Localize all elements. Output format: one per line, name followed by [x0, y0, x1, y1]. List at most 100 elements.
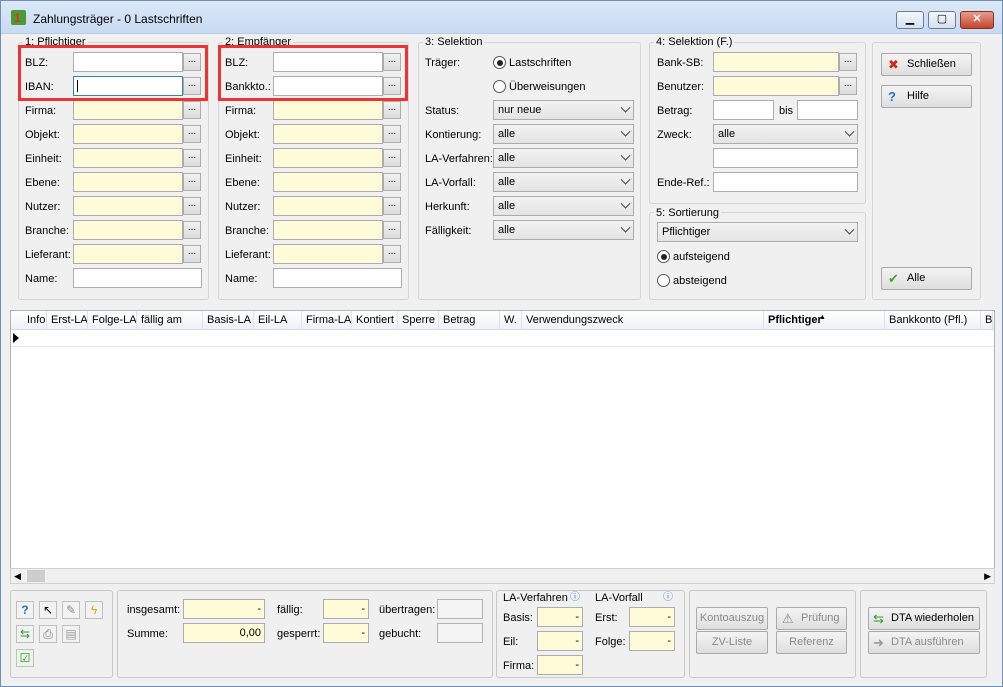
column-header[interactable]: W. [500, 311, 522, 330]
empfaenger-firma-input[interactable] [273, 100, 383, 120]
radio-lastschriften[interactable] [493, 56, 506, 69]
selektion-row-select[interactable]: alle [493, 148, 634, 168]
kontoauszug-button[interactable]: Kontoauszug [696, 607, 768, 630]
column-header[interactable]: BL [981, 311, 993, 330]
pflichtiger-ebene-input[interactable] [73, 172, 183, 192]
column-header[interactable]: Firma-LA [302, 311, 352, 330]
empfaenger-objekt-browse-button[interactable]: ... [383, 125, 401, 143]
sortierung-select[interactable]: Pflichtiger [657, 222, 858, 242]
alle-button[interactable]: ✔ Alle [881, 267, 972, 290]
empfaenger-einheit-browse-button[interactable]: ... [383, 149, 401, 167]
column-header[interactable]: Erst-LA [47, 311, 88, 330]
column-header[interactable]: Sperre [398, 311, 439, 330]
pflichtiger-name-input[interactable] [73, 268, 202, 288]
column-header[interactable]: fällig am [137, 311, 203, 330]
horizontal-scrollbar[interactable]: ◀ ▶ [10, 568, 995, 584]
pflichtiger-iban-browse-button[interactable]: ... [183, 77, 201, 95]
pruefung-button[interactable]: ⚠ Prüfung [776, 607, 847, 630]
pflichtiger-blz-browse-button[interactable]: ... [183, 53, 201, 71]
empfaenger-name-input[interactable] [273, 268, 402, 288]
pflichtiger-lieferant-browse-button[interactable]: ... [183, 245, 201, 263]
pflichtiger-branche-browse-button[interactable]: ... [183, 221, 201, 239]
empfaenger-nutzer-browse-button[interactable]: ... [383, 197, 401, 215]
empfaenger-iban-input[interactable] [273, 76, 383, 96]
lastschriften-grid[interactable]: Info Erst-LA Folge-LA fällig am Basis-LA Eil-… [10, 310, 995, 583]
column-header[interactable]: Basis-LA [203, 311, 254, 330]
column-header[interactable]: Pflichtiger ▲ [764, 311, 885, 330]
column-header[interactable]: Betrag [439, 311, 500, 330]
close-window-button[interactable]: ✕ [960, 11, 994, 29]
radio-absteigend[interactable] [657, 274, 670, 287]
column-header[interactable]: Folge-LA [88, 311, 137, 330]
maximize-button[interactable]: ▢ [928, 11, 956, 29]
selektion-row-select[interactable]: alle [493, 172, 634, 192]
info-icon[interactable]: ⓘ [570, 591, 580, 605]
info-icon[interactable]: ⓘ [663, 591, 673, 605]
table-row[interactable] [11, 330, 994, 347]
empfaenger-nutzer-input[interactable] [273, 196, 383, 216]
pointer-tool-icon[interactable]: ↖ [39, 601, 57, 619]
dta-ausfuehren-button[interactable]: ➜ DTA ausführen [868, 631, 980, 654]
column-header[interactable]: Verwendungszweck [522, 311, 764, 330]
pflichtiger-objekt-input[interactable] [73, 124, 183, 144]
pflichtiger-branche-input[interactable] [73, 220, 183, 240]
pflichtiger-nutzer-browse-button[interactable]: ... [183, 197, 201, 215]
empfaenger-ebene-browse-button[interactable]: ... [383, 173, 401, 191]
pflichtiger-firma-browse-button[interactable]: ... [183, 101, 201, 119]
column-header[interactable]: Eil-LA [254, 311, 302, 330]
column-header[interactable]: Info [23, 311, 47, 330]
empfaenger-blz-browse-button[interactable]: ... [383, 53, 401, 71]
betrag-to-input[interactable] [797, 100, 858, 120]
selektion-row-select[interactable]: alle [493, 124, 634, 144]
scroll-right-icon[interactable]: ▶ [984, 571, 991, 582]
empfaenger-branche-input[interactable] [273, 220, 383, 240]
pencil-tool-icon[interactable]: ✎ [62, 601, 80, 619]
empfaenger-ebene-input[interactable] [273, 172, 383, 192]
enderef-input[interactable] [713, 172, 858, 192]
banksb-browse-button[interactable]: ... [839, 53, 857, 71]
benutzer-input[interactable] [713, 76, 839, 96]
betrag-from-input[interactable] [713, 100, 774, 120]
export-tool-icon[interactable]: ▤ [62, 625, 80, 643]
check-tool-icon[interactable]: ☑ [16, 649, 34, 667]
zweck-text-input[interactable] [713, 148, 858, 168]
dta-wiederholen-button[interactable]: ⇆ DTA wiederholen [868, 607, 980, 630]
print-tool-icon[interactable]: ⎙ [39, 625, 57, 643]
pflichtiger-iban-input[interactable] [73, 76, 183, 96]
refresh-tool-icon[interactable]: ⇆ [16, 625, 34, 643]
zweck-select[interactable]: alle [713, 124, 858, 144]
selektion-row-select[interactable]: alle [493, 220, 634, 240]
pflichtiger-lieferant-input[interactable] [73, 244, 183, 264]
banksb-input[interactable] [713, 52, 839, 72]
empfaenger-einheit-input[interactable] [273, 148, 383, 168]
radio-aufsteigend[interactable] [657, 250, 670, 263]
empfaenger-iban-browse-button[interactable]: ... [383, 77, 401, 95]
minimize-button[interactable]: ▁ [896, 11, 924, 29]
hilfe-button[interactable]: ? Hilfe [881, 85, 972, 108]
pflichtiger-einheit-browse-button[interactable]: ... [183, 149, 201, 167]
empfaenger-lieferant-browse-button[interactable]: ... [383, 245, 401, 263]
zvliste-button[interactable]: ZV-Liste [696, 631, 768, 654]
pflichtiger-blz-input[interactable] [73, 52, 183, 72]
benutzer-browse-button[interactable]: ... [839, 77, 857, 95]
pflichtiger-ebene-browse-button[interactable]: ... [183, 173, 201, 191]
scroll-thumb[interactable] [27, 570, 45, 582]
empfaenger-objekt-input[interactable] [273, 124, 383, 144]
empfaenger-blz-input[interactable] [273, 52, 383, 72]
pflichtiger-einheit-input[interactable] [73, 148, 183, 168]
empfaenger-branche-browse-button[interactable]: ... [383, 221, 401, 239]
empfaenger-lieferant-input[interactable] [273, 244, 383, 264]
referenz-button[interactable]: Referenz [776, 631, 847, 654]
schliessen-button[interactable]: ✖ Schließen [881, 53, 972, 76]
radio-ueberweisungen[interactable] [493, 80, 506, 93]
column-header[interactable]: Bankkonto (Pfl.) [885, 311, 981, 330]
selektion-row-select[interactable]: nur neue [493, 100, 634, 120]
lightning-tool-icon[interactable]: ϟ [85, 601, 103, 619]
help-tool-icon[interactable]: ? [16, 601, 34, 619]
scroll-left-icon[interactable]: ◀ [14, 571, 21, 582]
pflichtiger-objekt-browse-button[interactable]: ... [183, 125, 201, 143]
pflichtiger-firma-input[interactable] [73, 100, 183, 120]
selektion-row-select[interactable]: alle [493, 196, 634, 216]
column-header[interactable]: Kontiert [352, 311, 398, 330]
empfaenger-firma-browse-button[interactable]: ... [383, 101, 401, 119]
